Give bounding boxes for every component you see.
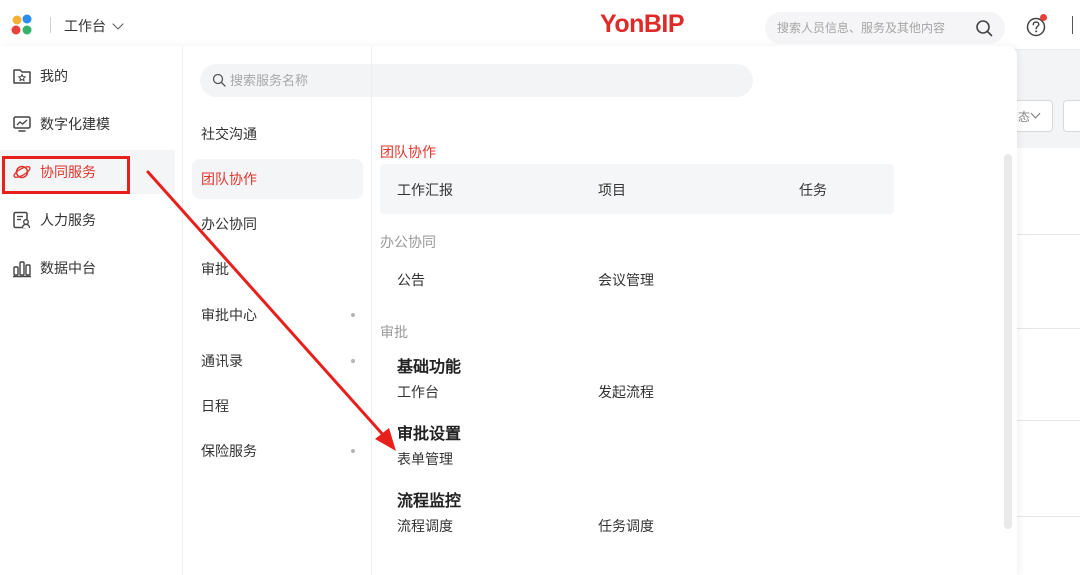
group-title-approval-settings: 审批设置 — [397, 424, 462, 443]
workbench-label: 工作台 — [64, 19, 106, 35]
service-project[interactable]: 项目 — [598, 180, 626, 200]
service-workbench[interactable]: 工作台 — [397, 382, 439, 402]
annotation-highlight-box — [2, 156, 130, 194]
category-list: 社交沟通 团队协作 办公协同 审批 审批中心 通讯录 日程 保险服务 — [183, 46, 372, 575]
category-insurance[interactable]: 保险服务 — [192, 431, 363, 471]
top-bar: 工作台 YonBIP — [0, 0, 1080, 50]
nav-item-mine[interactable]: 我的 — [0, 54, 175, 98]
section-title-office: 办公协同 — [380, 235, 436, 251]
service-row-team: 工作汇报 项目 任务 — [380, 164, 894, 214]
service-announcement[interactable]: 公告 — [397, 270, 425, 290]
bar-chart-icon — [13, 261, 31, 278]
service-form-management[interactable]: 表单管理 — [397, 449, 453, 469]
window-edge-icon — [1072, 16, 1075, 34]
category-label: 团队协作 — [201, 172, 257, 188]
workbench-switcher[interactable]: 工作台 — [64, 16, 124, 36]
background-select-text: 态 — [1018, 110, 1031, 124]
group-title-basic: 基础功能 — [397, 357, 462, 376]
category-team-collaboration[interactable]: 团队协作 — [192, 159, 363, 199]
nav-item-label: 我的 — [40, 69, 68, 85]
category-social[interactable]: 社交沟通 — [192, 114, 363, 154]
more-dot-icon — [351, 449, 355, 453]
top-divider — [50, 17, 51, 33]
nav-item-label: 人力服务 — [40, 213, 96, 229]
monitor-chart-icon — [13, 116, 31, 132]
background-row-divider — [1017, 516, 1080, 517]
more-dot-icon — [351, 313, 355, 317]
service-process-scheduling[interactable]: 流程调度 — [397, 516, 453, 536]
chevron-down-icon — [1030, 108, 1041, 119]
nav-item-hr-services[interactable]: 人力服务 — [0, 198, 175, 242]
category-label: 社交沟通 — [201, 127, 257, 143]
person-card-icon — [13, 211, 31, 229]
notification-dot — [1040, 14, 1047, 21]
service-meeting-management[interactable]: 会议管理 — [598, 270, 654, 290]
category-label: 审批中心 — [201, 308, 257, 324]
search-icon[interactable] — [975, 19, 993, 37]
global-search-input[interactable] — [777, 18, 967, 38]
more-dot-icon — [351, 359, 355, 363]
category-label: 办公协同 — [201, 217, 257, 233]
global-search[interactable] — [765, 12, 1005, 44]
category-label: 审批 — [201, 262, 229, 278]
background-card — [1017, 148, 1080, 575]
service-menu-panel: 我的 数字化建模 协同服务 人力服务 数据中台 搜索服务名称 社交沟通 团队协作… — [0, 46, 1017, 575]
nav-item-label: 数字化建模 — [40, 117, 110, 133]
category-office[interactable]: 办公协同 — [192, 204, 363, 244]
brand-logo: YonBIP — [600, 10, 685, 38]
background-row-divider — [1017, 234, 1080, 235]
content-scrollbar[interactable] — [1004, 154, 1012, 529]
category-label: 通讯录 — [201, 354, 243, 370]
category-contacts[interactable]: 通讯录 — [192, 341, 363, 381]
service-task[interactable]: 任务 — [799, 180, 827, 200]
background-row-divider — [1017, 420, 1080, 421]
service-task-scheduling[interactable]: 任务调度 — [598, 516, 654, 536]
nav-item-digital-modeling[interactable]: 数字化建模 — [0, 102, 175, 146]
service-start-process[interactable]: 发起流程 — [598, 382, 654, 402]
app-logo-icon[interactable] — [10, 14, 36, 36]
category-label: 日程 — [201, 399, 229, 415]
service-row-office: 公告 会议管理 — [380, 254, 894, 304]
left-nav: 我的 数字化建模 协同服务 人力服务 数据中台 — [0, 46, 183, 575]
group-title-process-monitoring: 流程监控 — [397, 491, 462, 510]
section-title-approval: 审批 — [380, 325, 408, 341]
nav-item-label: 数据中台 — [40, 261, 96, 277]
background-filter-button[interactable] — [1063, 100, 1080, 132]
category-approval[interactable]: 审批 — [192, 249, 363, 289]
category-approval-center[interactable]: 审批中心 — [192, 295, 363, 335]
service-work-report[interactable]: 工作汇报 — [397, 180, 453, 200]
section-title-team: 团队协作 — [380, 145, 436, 161]
chevron-down-icon — [112, 18, 124, 30]
folder-star-icon — [13, 69, 31, 84]
background-row-divider — [1017, 328, 1080, 329]
nav-item-data-center[interactable]: 数据中台 — [0, 246, 175, 290]
category-schedule[interactable]: 日程 — [192, 386, 363, 426]
category-label: 保险服务 — [201, 444, 257, 460]
